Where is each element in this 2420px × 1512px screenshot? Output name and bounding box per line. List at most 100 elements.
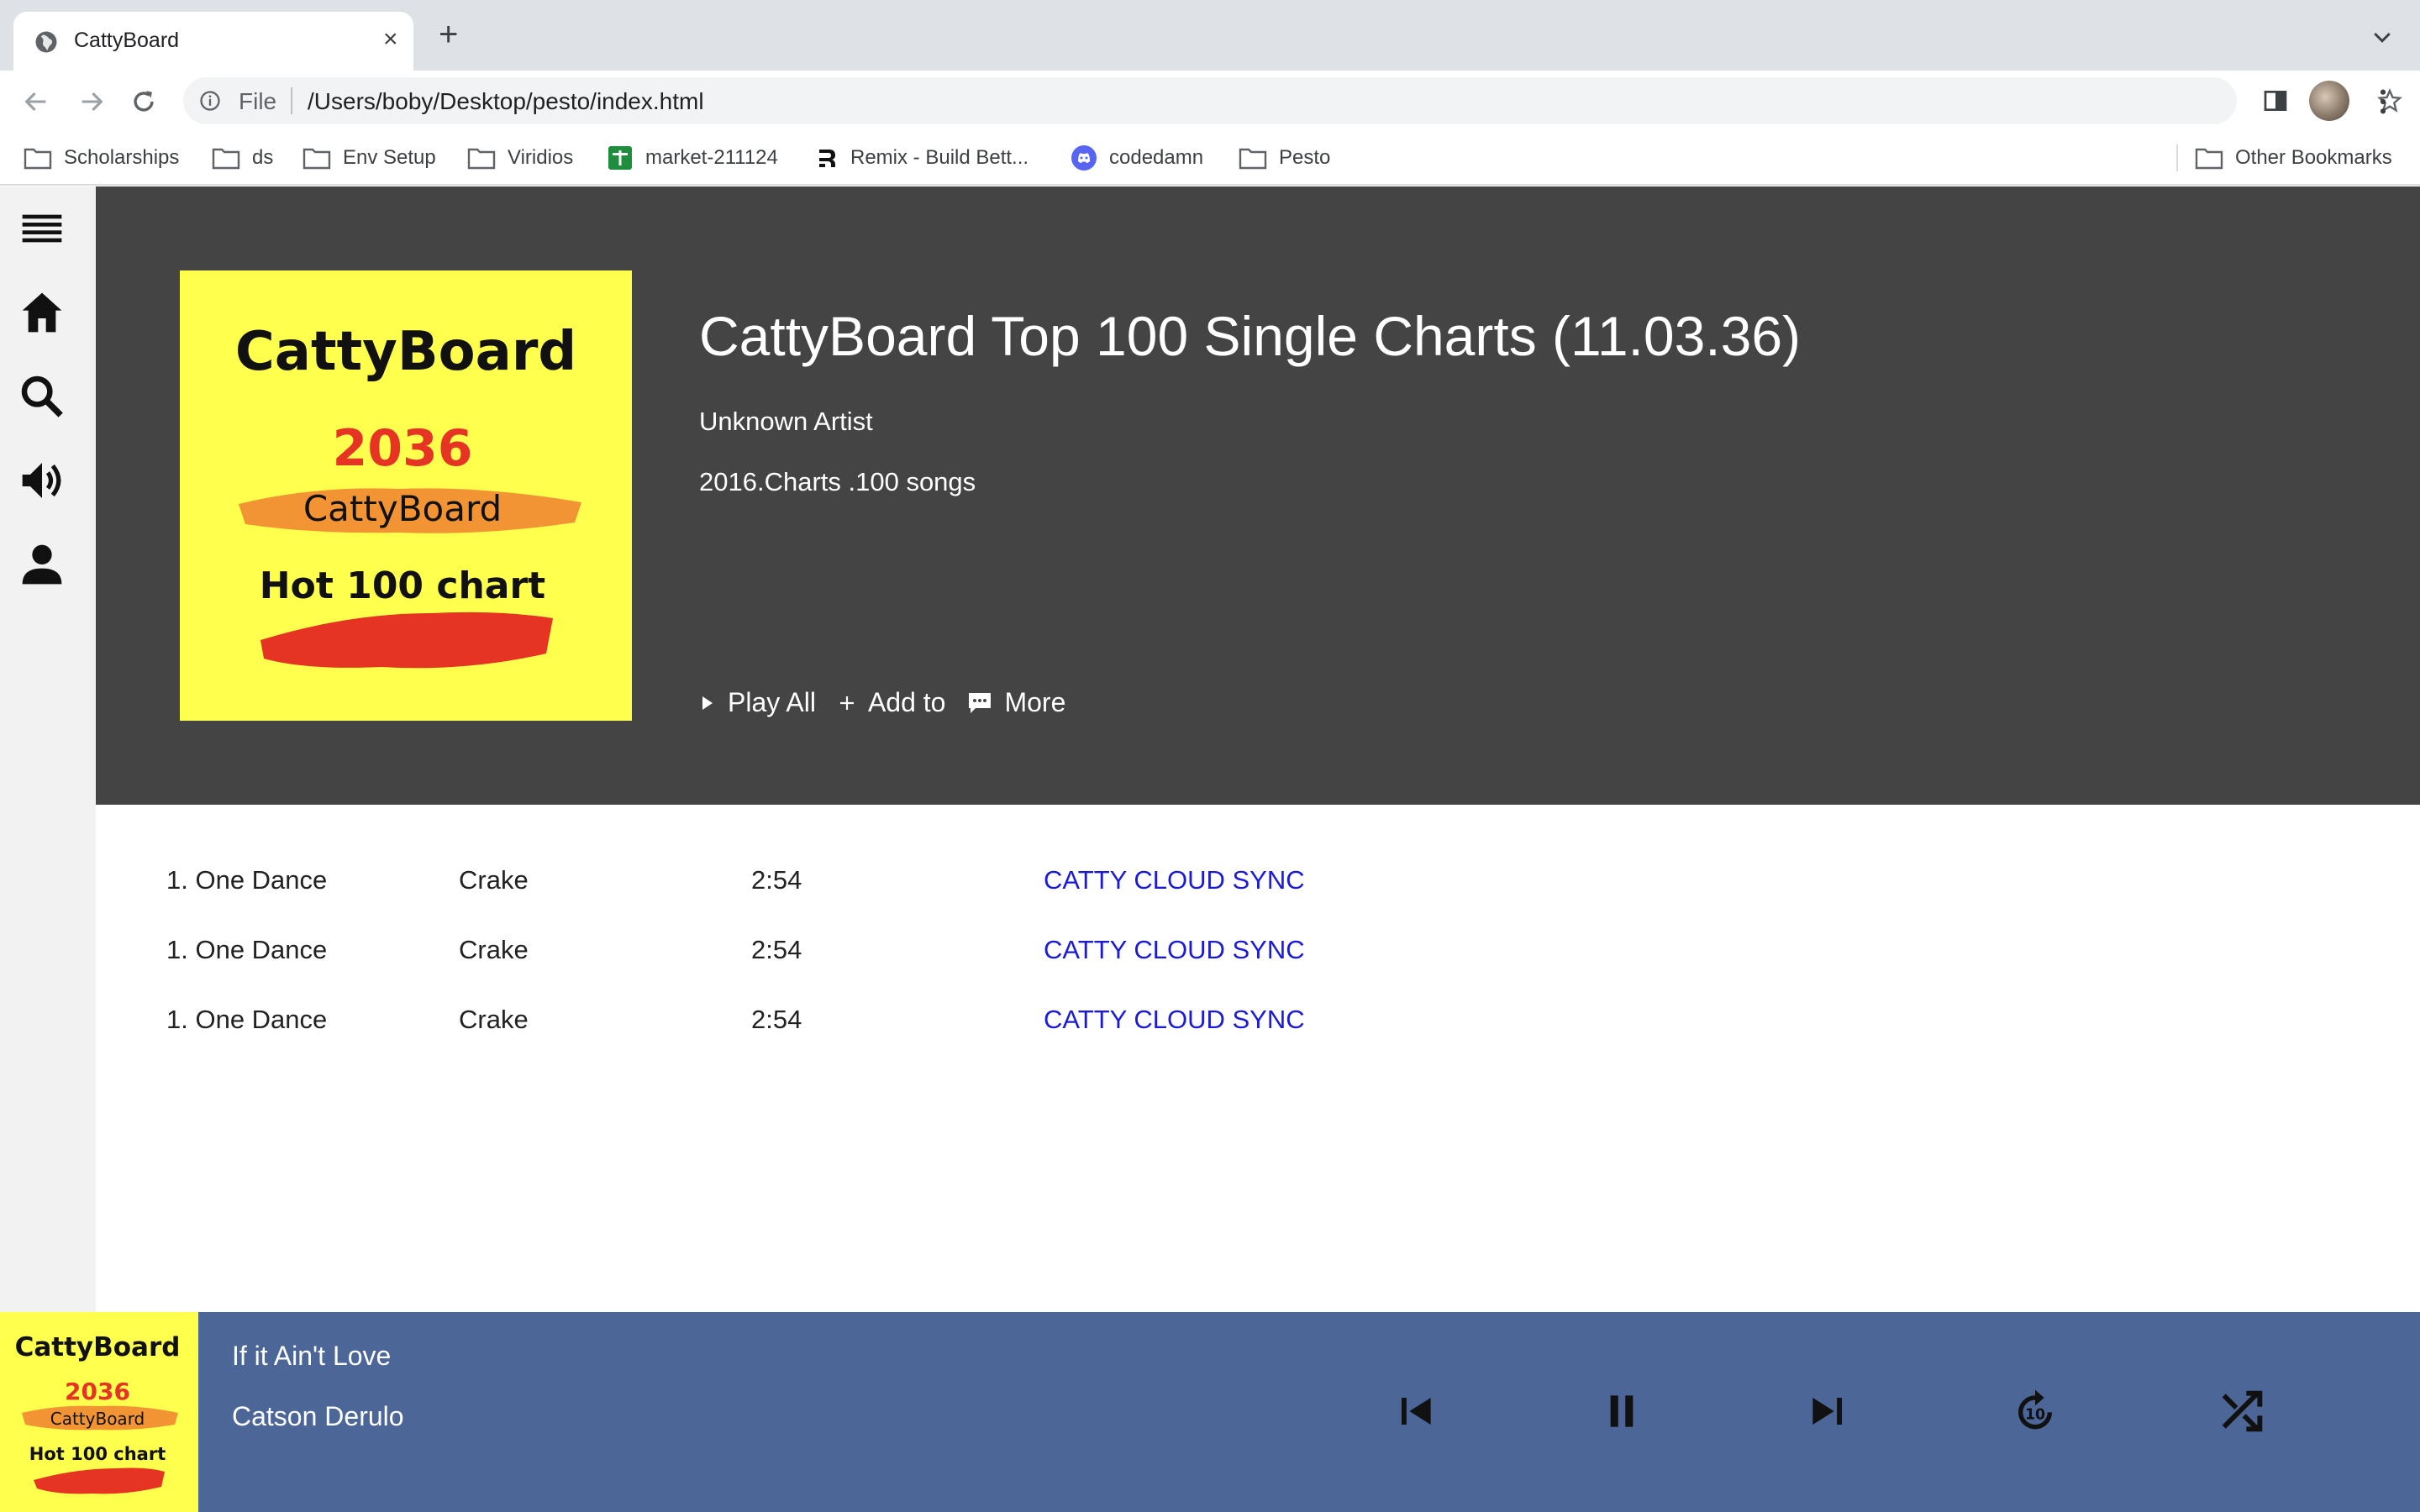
menu-icon[interactable]	[18, 205, 66, 252]
track-title: 1. One Dance	[166, 1005, 328, 1034]
skip-next-icon[interactable]	[1802, 1384, 1855, 1438]
browser-tab[interactable]: CattyBoard ×	[13, 12, 413, 71]
cover-chart-text: Hot 100 chart	[29, 1444, 166, 1464]
cover-brand-text: CattyBoard	[15, 1332, 181, 1362]
bookmark-label: market-211124	[645, 146, 778, 169]
album-meta: 2016.Charts .100 songs	[699, 467, 976, 496]
track-row[interactable]: 1. One Dance Crake 2:54 CATTY CLOUD SYNC	[96, 927, 1440, 977]
bookmark-remix[interactable]: Remix - Build Bett...	[817, 143, 1028, 173]
now-playing-cover: CattyBoard 2036 CattyBoard Hot 100 chart	[0, 1312, 198, 1512]
address-separator	[291, 87, 292, 114]
skip-previous-icon[interactable]	[1388, 1384, 1442, 1438]
plus-icon	[839, 696, 854, 710]
track-duration: 2:54	[751, 935, 802, 964]
reload-icon[interactable]	[129, 87, 158, 116]
album-title: CattyBoard Top 100 Single Charts (11.03.…	[699, 305, 1802, 367]
track-row[interactable]: 1. One Dance Crake 2:54 CATTY CLOUD SYNC	[96, 857, 1440, 907]
forward-10-icon[interactable]: 10	[2008, 1384, 2062, 1438]
play-icon	[702, 696, 713, 710]
bookmarks-bar: Scholarships ds Env Setup Viridios marke…	[0, 131, 2420, 186]
person-icon[interactable]	[18, 541, 66, 588]
track-artist: Crake	[459, 1005, 529, 1034]
track-title: 1. One Dance	[166, 865, 328, 895]
folder-icon	[24, 148, 52, 170]
svg-text:10: 10	[2025, 1407, 2045, 1424]
cover-year-text: 2036	[333, 419, 473, 478]
more-button[interactable]: More	[967, 687, 1065, 718]
bookmark-label: ds	[252, 146, 274, 169]
folder-icon	[2195, 148, 2223, 170]
track-artist: Crake	[459, 865, 529, 895]
cloud-sync-link[interactable]: CATTY CLOUD SYNC	[1044, 935, 1305, 965]
browser-toolbar: File /Users/boby/Desktop/pesto/index.htm…	[0, 71, 2420, 131]
close-tab-icon[interactable]: ×	[383, 27, 398, 52]
home-icon[interactable]	[18, 289, 66, 336]
album-cover: CattyBoard 2036 CattyBoard Hot 100 chart	[180, 270, 632, 721]
album-header: CattyBoard 2036 CattyBoard Hot 100 chart…	[96, 186, 2420, 805]
play-all-button[interactable]: Play All	[699, 687, 816, 718]
browser-tab-strip: CattyBoard × +	[0, 0, 2420, 71]
cover-sub-text: CattyBoard	[303, 488, 502, 529]
remix-icon	[819, 150, 835, 167]
cloud-sync-link[interactable]: CATTY CLOUD SYNC	[1044, 1005, 1305, 1035]
cover-year-text: 2036	[65, 1378, 130, 1405]
bookmark-label: codedamn	[1109, 146, 1204, 169]
globe-icon	[35, 31, 57, 53]
now-playing-artist: Catson Derulo	[232, 1401, 404, 1431]
bookmark-env-setup[interactable]: Env Setup	[302, 143, 436, 173]
bookmark-market[interactable]: market-211124	[607, 143, 778, 173]
bookmark-codedamn[interactable]: codedamn	[1071, 143, 1203, 173]
now-playing-title: If it Ain't Love	[232, 1341, 392, 1371]
url-text[interactable]: /Users/boby/Desktop/pesto/index.html	[308, 88, 704, 115]
tab-title: CattyBoard	[74, 29, 180, 52]
bookmark-label: Viridios	[508, 146, 574, 169]
address-bar[interactable]: File /Users/boby/Desktop/pesto/index.htm…	[183, 77, 2402, 124]
player-bar: CattyBoard 2036 CattyBoard Hot 100 chart…	[0, 1312, 2420, 1512]
more-vert-icon[interactable]	[2376, 87, 2390, 116]
search-icon[interactable]	[18, 373, 66, 420]
album-artist: Unknown Artist	[699, 407, 873, 436]
track-row[interactable]: 1. One Dance Crake 2:54 CATTY CLOUD SYNC	[96, 996, 1440, 1047]
shuffle-icon[interactable]	[2215, 1384, 2269, 1438]
chevron-down-icon[interactable]	[2370, 25, 2395, 50]
cover-brand-text: CattyBoard	[235, 321, 576, 383]
bookmark-other[interactable]: Other Bookmarks	[2195, 143, 2392, 173]
play-all-label: Play All	[728, 687, 816, 717]
pause-icon[interactable]	[1595, 1384, 1649, 1438]
bookmark-viridios[interactable]: Viridios	[467, 143, 573, 173]
folder-icon	[1239, 148, 1267, 170]
bookmark-scholarships[interactable]: Scholarships	[24, 143, 179, 173]
bookmark-label: Pesto	[1279, 146, 1331, 169]
new-tab-button[interactable]: +	[439, 18, 458, 51]
comment-icon	[969, 692, 992, 713]
album-actions: Play All Add to More	[699, 687, 1087, 718]
add-to-label: Add to	[867, 687, 946, 717]
other-bookmarks-label: Other Bookmarks	[2235, 146, 2392, 169]
app-sidebar	[0, 186, 96, 1312]
side-panel-icon[interactable]	[2262, 87, 2289, 114]
track-artist: Crake	[459, 935, 529, 964]
track-duration: 2:54	[751, 1005, 802, 1034]
discord-icon	[1071, 145, 1097, 171]
bookmark-pesto[interactable]: Pesto	[1239, 143, 1330, 173]
track-duration: 2:54	[751, 865, 802, 895]
file-scheme-label: File	[239, 88, 277, 114]
sheets-icon	[608, 146, 632, 170]
bookmark-ds[interactable]: ds	[212, 143, 273, 173]
forward-arrow-icon[interactable]	[77, 87, 106, 116]
back-arrow-icon[interactable]	[22, 87, 50, 116]
profile-avatar[interactable]	[2309, 81, 2349, 121]
cover-chart-text: Hot 100 chart	[260, 564, 545, 607]
cover-art: CattyBoard 2036 CattyBoard Hot 100 chart	[180, 270, 632, 721]
folder-icon	[212, 148, 240, 170]
volume-icon[interactable]	[18, 457, 66, 504]
folder-icon	[467, 148, 496, 170]
cloud-sync-link[interactable]: CATTY CLOUD SYNC	[1044, 865, 1305, 895]
add-to-button[interactable]: Add to	[838, 687, 946, 718]
info-icon[interactable]	[198, 89, 222, 113]
more-label: More	[1004, 687, 1066, 717]
bookmark-label: Remix - Build Bett...	[850, 146, 1029, 169]
folder-icon	[302, 148, 331, 170]
bookmarks-separator	[2176, 144, 2178, 171]
bookmark-label: Env Setup	[343, 146, 436, 169]
